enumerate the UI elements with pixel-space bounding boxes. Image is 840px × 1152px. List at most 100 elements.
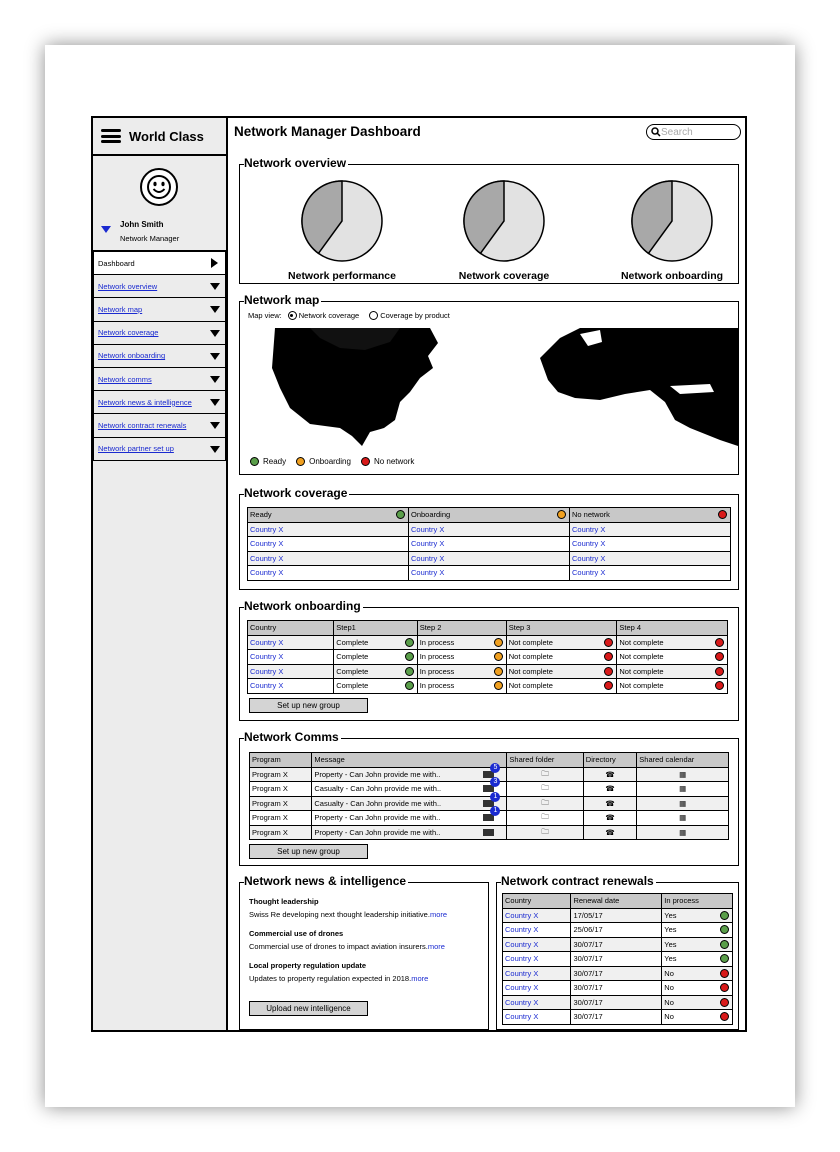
sidebar-item-8[interactable]: Network partner set up	[93, 437, 226, 461]
sidebar-item-0[interactable]: Dashboard	[93, 252, 226, 276]
country-link[interactable]: Country X	[250, 667, 283, 676]
ready-dot-icon	[250, 457, 259, 466]
country-link[interactable]: Country X	[250, 554, 283, 563]
message-text[interactable]: Casualty - Can John provide me with..	[314, 799, 441, 808]
more-link[interactable]: more	[430, 910, 447, 919]
country-link[interactable]: Country X	[505, 1012, 538, 1021]
sidebar-item-link[interactable]: Network overview	[98, 282, 157, 291]
country-link[interactable]: Country X	[505, 983, 538, 992]
chevron-down-icon[interactable]	[210, 283, 220, 291]
setup-group-button[interactable]: Set up new group	[249, 698, 368, 713]
country-link[interactable]: Country X	[411, 554, 444, 563]
chevron-down-icon[interactable]	[210, 422, 220, 430]
message-text[interactable]: Property - Can John provide me with..	[314, 813, 440, 822]
upload-intelligence-button[interactable]: Upload new intelligence	[249, 1001, 368, 1016]
country-link[interactable]: Country X	[505, 998, 538, 1007]
folder-icon[interactable]: 🗀	[541, 827, 549, 836]
sidebar-item-1[interactable]: Network overview	[93, 275, 226, 299]
country-link[interactable]: Country X	[250, 681, 283, 690]
phone-icon[interactable]: ☎	[605, 770, 614, 779]
renewals-panel: Network contract renewals Country Renewal…	[496, 874, 739, 1030]
onboarding-dot-icon	[296, 457, 306, 466]
folder-icon[interactable]: 🗀	[541, 798, 549, 807]
sidebar-item-link[interactable]: Network news & intelligence	[98, 398, 192, 407]
envelope-icon[interactable]	[483, 828, 495, 836]
more-link[interactable]: more	[428, 942, 445, 951]
status-dot-icon	[715, 637, 724, 647]
country-link[interactable]: Country X	[411, 568, 444, 577]
calendar-icon[interactable]: ▦	[679, 770, 686, 779]
country-link[interactable]: Country X	[572, 539, 605, 548]
country-link[interactable]: Country X	[250, 652, 283, 661]
country-link[interactable]: Country X	[572, 554, 605, 563]
search-input[interactable]: Search	[646, 124, 741, 140]
table-row: Country X 30/07/17 No	[501, 1009, 733, 1025]
sidebar-item-4[interactable]: Network onboarding	[93, 344, 226, 368]
status-dot-icon	[404, 652, 414, 661]
country-link[interactable]: Country X	[505, 940, 538, 949]
sidebar-item-7[interactable]: Network contract renewals	[93, 414, 226, 438]
message-text[interactable]: Casualty - Can John provide me with..	[314, 784, 441, 793]
world-map[interactable]	[270, 328, 738, 450]
column-header: Shared calendar	[636, 752, 729, 768]
chevron-down-icon[interactable]	[210, 445, 220, 453]
country-link[interactable]: Country X	[250, 539, 283, 548]
phone-icon[interactable]: ☎	[605, 784, 614, 793]
country-link[interactable]: Country X	[572, 568, 605, 577]
country-link[interactable]: Country X	[250, 568, 283, 577]
sidebar-item-2[interactable]: Network map	[93, 298, 226, 322]
network-coverage-panel: Network coverage Ready Onboarding No netwo…	[239, 486, 739, 590]
status-dot-icon	[720, 997, 729, 1007]
country-link[interactable]: Country X	[411, 525, 444, 534]
sidebar-item-6[interactable]: Network news & intelligence	[93, 391, 226, 415]
status-dot-icon	[604, 637, 614, 647]
chevron-down-icon[interactable]	[210, 375, 220, 383]
sidebar-item-link[interactable]: Network onboarding	[98, 351, 165, 360]
radio-coverage-by-product[interactable]	[369, 311, 379, 320]
calendar-icon[interactable]: ▦	[679, 813, 686, 822]
setup-group-button[interactable]: Set up new group	[249, 844, 368, 859]
phone-icon[interactable]: ☎	[605, 799, 614, 808]
calendar-icon[interactable]: ▦	[679, 828, 686, 837]
step-status: Complete	[336, 652, 369, 662]
country-link[interactable]: Country X	[250, 525, 283, 534]
chevron-down-icon[interactable]	[210, 399, 220, 407]
country-link[interactable]: Country X	[250, 638, 283, 647]
folder-icon[interactable]: 🗀	[541, 769, 549, 778]
calendar-icon[interactable]: ▦	[679, 799, 686, 808]
sidebar-item-link[interactable]: Network contract renewals	[98, 421, 186, 430]
radio-network-coverage[interactable]	[287, 311, 297, 320]
in-process-value: No	[664, 997, 674, 1007]
step-status: Complete	[336, 637, 369, 647]
sidebar-item-5[interactable]: Network comms	[93, 367, 226, 392]
country-link[interactable]: Country X	[572, 525, 605, 534]
sidebar-item-3[interactable]: Network coverage	[93, 321, 226, 345]
country-link[interactable]: Country X	[505, 911, 538, 920]
phone-icon[interactable]: ☎	[605, 828, 614, 837]
message-text[interactable]: Property - Can John provide me with..	[314, 828, 440, 837]
sidebar-item-link[interactable]: Network coverage	[98, 328, 158, 337]
step-status: Not complete	[508, 681, 553, 691]
phone-icon[interactable]: ☎	[605, 813, 614, 822]
in-process-value: No	[664, 983, 674, 993]
sidebar-item-link[interactable]: Network comms	[98, 375, 152, 384]
country-link[interactable]: Country X	[505, 969, 538, 978]
folder-icon[interactable]: 🗀	[541, 812, 549, 821]
country-link[interactable]: Country X	[505, 954, 538, 963]
chevron-down-icon[interactable]	[210, 352, 220, 360]
sidebar-item-link[interactable]: Network map	[98, 305, 142, 314]
app-window: World Class John Smith Network Manager D…	[91, 116, 747, 1032]
country-link[interactable]: Country X	[505, 925, 538, 934]
chevron-down-icon[interactable]	[210, 329, 220, 337]
menu-icon[interactable]	[101, 129, 121, 143]
renewal-date: 25/06/17	[570, 922, 663, 938]
chevron-down-icon[interactable]	[210, 306, 220, 314]
folder-icon[interactable]: 🗀	[541, 783, 549, 792]
step-status: Not complete	[508, 652, 553, 662]
more-link[interactable]: more	[411, 974, 428, 983]
calendar-icon[interactable]: ▦	[679, 784, 686, 793]
country-link[interactable]: Country X	[411, 539, 444, 548]
user-menu-chevron-icon[interactable]	[101, 226, 111, 233]
message-text[interactable]: Property - Can John provide me with..	[314, 770, 440, 779]
sidebar-item-link[interactable]: Network partner set up	[98, 444, 174, 453]
